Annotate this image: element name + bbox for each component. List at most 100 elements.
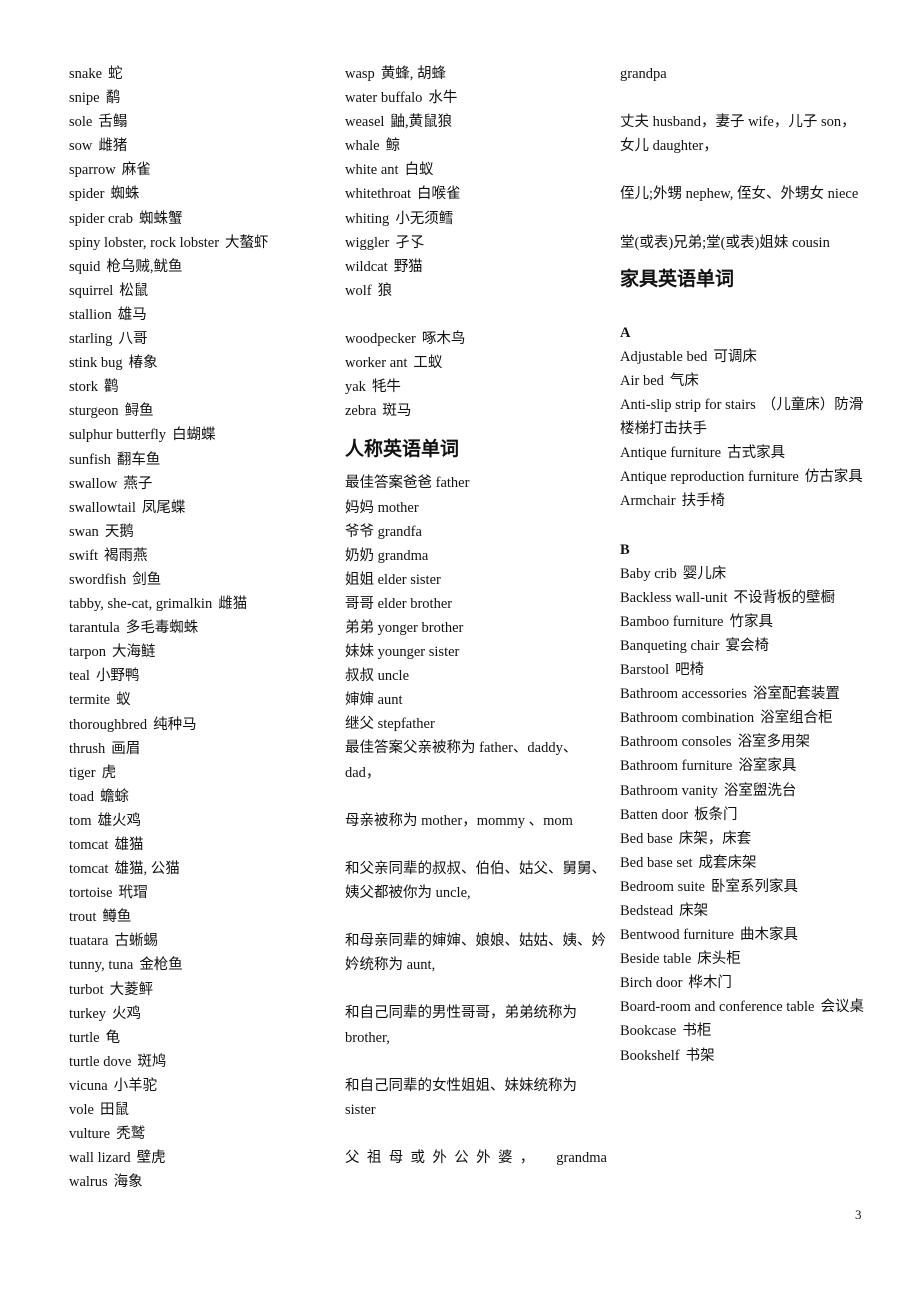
vocab-entry: Bentwood furniture 曲木家具 [620, 923, 866, 947]
chinese-translation: 海象 [113, 1174, 143, 1191]
chinese-translation: 蜘蛛 [110, 186, 140, 203]
vocab-entry: stink bug 椿象 [69, 351, 331, 375]
explanation-paragraph: 母亲被称为 mother，mommy 、mom [345, 812, 573, 829]
chinese-translation: 田鼠 [99, 1102, 129, 1119]
english-term: Bed base set [620, 854, 693, 871]
chinese-translation: 黄蜂, 胡蜂 [380, 66, 447, 82]
chinese-translation: 剑鱼 [132, 571, 162, 588]
chinese-translation: 狼 [377, 282, 393, 299]
vocab-entry: swordfish 剑鱼 [69, 568, 331, 592]
english-term: toad [69, 788, 94, 805]
vocab-entry: termite 蚁 [69, 688, 331, 712]
explanation-paragraph: 和父亲同辈的叔叔、伯伯、姑父、舅舅、姨父都被你为 uncle, [345, 860, 606, 901]
vocab-entry: turkey 火鸡 [69, 1002, 331, 1026]
english-term: stink bug [69, 355, 123, 372]
vocab-entry: Bookcase 书柜 [620, 1019, 866, 1043]
chinese-translation: 板条门 [694, 806, 738, 823]
chinese-translation: 野猫 [393, 258, 423, 275]
chinese-translation: 蛇 [108, 66, 123, 82]
english-term: sparrow [69, 162, 116, 179]
english-term: starling [69, 331, 113, 348]
people-term: 奶奶 grandma [345, 547, 429, 564]
vocab-entry: starling 八哥 [69, 327, 331, 351]
english-term: zebra [345, 403, 377, 420]
chinese-translation: 会议桌 [820, 999, 864, 1016]
vocab-entry: teal 小野鸭 [69, 664, 331, 688]
english-term: teal [69, 668, 90, 685]
chinese-translation: 婴儿床 [682, 565, 727, 582]
chinese-translation: 浴室家具 [738, 758, 797, 775]
english-term: tarantula [69, 620, 120, 637]
vocab-entry: Adjustable bed 可调床 [620, 345, 866, 369]
family-term-paragraph: grandpa [620, 66, 667, 82]
vocab-entry: Bedroom suite 卧室系列家具 [620, 875, 866, 899]
chinese-translation: 气床 [669, 372, 699, 389]
family-term-paragraph: 侄儿;外甥 nephew, 侄女、外甥女 niece [620, 186, 859, 203]
people-term: 姐姐 elder sister [345, 571, 441, 588]
english-term: white ant [345, 162, 399, 179]
english-term: swordfish [69, 571, 127, 588]
english-term: Board-room and conference table [620, 999, 815, 1016]
vocab-entry: whale 鲸 [345, 134, 607, 158]
chinese-translation: 纯种马 [153, 716, 197, 733]
people-section-heading: 人称英语单词 [345, 438, 460, 461]
english-term: turkey [69, 1005, 107, 1022]
animal-list-continued: wasp 黄蜂, 胡蜂 water buffalo 水牛 weasel 鼬,黄鼠狼 whal… [345, 62, 607, 303]
right-column: grandpa 丈夫 husband，妻子 wife，儿子 son，女儿 daug… [620, 62, 866, 1068]
chinese-translation: 水牛 [428, 90, 458, 107]
english-term: tom [69, 812, 92, 829]
english-term: woodpecker [345, 331, 416, 348]
vocab-entry: Baby crib 婴儿床 [620, 562, 866, 586]
section-letter-a: A [620, 324, 631, 341]
vocab-entry: Board-room and conference table 会议桌 [620, 995, 866, 1019]
chinese-translation: 多毛毒蜘蛛 [125, 620, 199, 637]
furniture-list-b: Baby crib 婴儿床 Backless wall-unit 不设背板的壁橱 Bam… [620, 562, 866, 1068]
english-term: Adjustable bed [620, 348, 708, 365]
chinese-translation: 雌猪 [98, 138, 128, 155]
family-term-paragraph: 堂(或表)兄弟;堂(或表)姐妹 cousin [620, 234, 830, 251]
english-term: sulphur butterfly [69, 427, 167, 444]
english-term: Bookshelf [620, 1047, 680, 1064]
english-term: thrush [69, 740, 106, 757]
english-term: Beside table [620, 951, 692, 968]
vocab-entry: Birch door 桦木门 [620, 971, 866, 995]
vocab-entry: wiggler 孑孓 [345, 231, 607, 255]
english-term: Backless wall-unit [620, 589, 728, 606]
english-term: wiggler [345, 234, 390, 251]
chinese-translation: 古蜥蜴 [114, 933, 158, 950]
chinese-translation: 雄马 [117, 306, 147, 323]
vocab-entry: worker ant 工蚁 [345, 351, 607, 375]
vocab-entry: water buffalo 水牛 [345, 86, 607, 110]
english-term: Bathroom accessories [620, 686, 747, 703]
vocab-entry: Bed base set 成套床架 [620, 851, 866, 875]
english-term: whiting [345, 210, 390, 227]
english-term: Bathroom combination [620, 710, 755, 727]
vocab-entry: Bathroom combination 浴室组合柜 [620, 706, 866, 730]
chinese-translation: 古式家具 [727, 445, 786, 462]
english-term: Bedstead [620, 903, 674, 919]
page-number: 3 [855, 1207, 862, 1222]
vocab-entry: squid 枪乌贼,鱿鱼 [69, 255, 331, 279]
chinese-translation: 宴会椅 [725, 637, 769, 654]
vocab-entry: sunfish 翻车鱼 [69, 448, 331, 472]
chinese-translation: 凤尾蝶 [141, 499, 186, 516]
chinese-translation: 麻雀 [121, 162, 151, 179]
vocab-entry: turtle 龟 [69, 1026, 331, 1050]
chinese-translation: 松鼠 [119, 282, 149, 299]
family-terms: grandpa 丈夫 husband，妻子 wife，儿子 son，女儿 daug… [620, 62, 866, 255]
vocab-entry: vole 田鼠 [69, 1098, 331, 1122]
vocab-entry: thoroughbred 纯种马 [69, 713, 331, 737]
vocab-entry: snake 蛇 [69, 62, 331, 86]
english-term: swan [69, 523, 99, 540]
vocab-entry: yak 牦牛 [345, 375, 607, 399]
chinese-translation: 牦牛 [371, 379, 401, 396]
vocab-entry: whiting 小无须鳕 [345, 207, 607, 231]
vocab-entry: sparrow 麻雀 [69, 158, 331, 182]
vocab-entry: tom 雄火鸡 [69, 809, 331, 833]
english-term: Barstool [620, 662, 670, 679]
chinese-translation: 秃鹫 [116, 1126, 146, 1143]
chinese-translation: 成套床架 [698, 854, 757, 871]
